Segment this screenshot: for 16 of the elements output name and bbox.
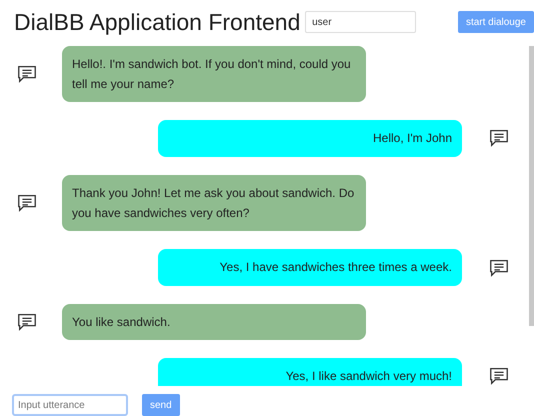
start-button[interactable]: start dialouge xyxy=(458,11,534,34)
bot-message: Thank you John! Let me ask you about sandwich. Do you have sandwiches very often? xyxy=(62,174,366,232)
app-title: DialBB Application Frontend xyxy=(14,8,302,36)
chat-icon xyxy=(16,311,38,334)
user-message: Yes, I have sandwiches three times a week. xyxy=(158,249,462,286)
chat-icon xyxy=(488,365,510,386)
chat-icon xyxy=(16,192,38,214)
chat-icon xyxy=(488,127,510,150)
bot-message: Hello!. I'm sandwich bot. If you don't mind, could you tell me your name? xyxy=(62,46,366,102)
user-field[interactable]: user xyxy=(305,11,416,34)
user-message: Hello, I'm John xyxy=(158,120,462,157)
send-button[interactable]: send xyxy=(142,394,180,416)
scrollbar[interactable] xyxy=(529,46,534,326)
utterance-field[interactable]: Input utterance xyxy=(12,394,128,416)
user-message: Yes, I like sandwich very much! xyxy=(158,358,462,386)
bot-message: You like sandwich. xyxy=(62,304,366,340)
